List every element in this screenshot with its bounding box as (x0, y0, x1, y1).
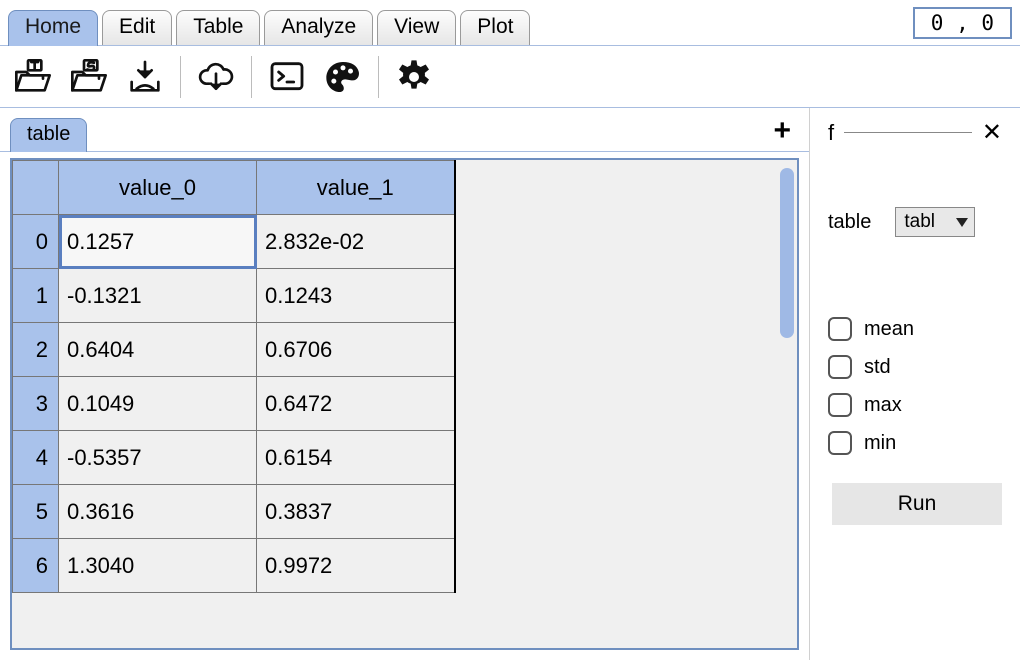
table-cell[interactable]: 0.6706 (257, 323, 455, 377)
grid-viewport[interactable]: value_0 value_1 00.12572.832e-021-0.1321… (10, 158, 799, 650)
side-panel: f ✕ table tabl mean std max (810, 108, 1020, 660)
menu-tab-label: Home (25, 15, 81, 38)
menu-tab-edit[interactable]: Edit (102, 10, 172, 45)
menu-tab-label: View (394, 15, 439, 38)
table-row: 20.64040.6706 (13, 323, 455, 377)
table-cell[interactable]: 0.1243 (257, 269, 455, 323)
table-row: 4-0.53570.6154 (13, 431, 455, 485)
run-button-label: Run (898, 492, 937, 515)
close-icon[interactable]: ✕ (982, 118, 1002, 147)
console-icon[interactable] (264, 54, 310, 100)
main-area: table + value_0 value_1 00.12572.832e-02… (0, 108, 1020, 660)
table-cell[interactable]: 0.1257 (59, 215, 257, 269)
row-header[interactable]: 0 (13, 215, 59, 269)
checkbox-icon (828, 317, 852, 341)
table-cell[interactable]: 0.6404 (59, 323, 257, 377)
table-corner[interactable] (13, 161, 59, 215)
row-header[interactable]: 5 (13, 485, 59, 539)
table-cell[interactable]: 0.1049 (59, 377, 257, 431)
table-cell[interactable]: 1.3040 (59, 539, 257, 593)
menu-tab-home[interactable]: Home (8, 10, 98, 46)
run-button[interactable]: Run (832, 483, 1002, 525)
table-cell[interactable]: 2.832e-02 (257, 215, 455, 269)
vertical-scrollbar-thumb[interactable] (780, 168, 794, 338)
add-table-tab-button[interactable]: + (773, 114, 791, 152)
cell-coordinate-display: 0 , 0 (913, 7, 1012, 39)
table-select-row: table tabl (828, 207, 1002, 237)
checkbox-icon (828, 393, 852, 417)
table-tab[interactable]: table (10, 118, 87, 152)
menu-tab-label: Plot (477, 15, 513, 38)
palette-icon[interactable] (320, 54, 366, 100)
cloud-download-icon[interactable] (193, 54, 239, 100)
menu-tab-table[interactable]: Table (176, 10, 260, 45)
menu-tab-label: Table (193, 15, 243, 38)
checkbox-mean[interactable]: mean (828, 317, 1002, 341)
table-select-value: tabl (904, 211, 935, 233)
table-cell[interactable]: 0.6154 (257, 431, 455, 485)
table-tab-label: table (27, 123, 70, 145)
table-row: 00.12572.832e-02 (13, 215, 455, 269)
row-header[interactable]: 6 (13, 539, 59, 593)
checkbox-min[interactable]: min (828, 431, 1002, 455)
table-cell[interactable]: 0.3616 (59, 485, 257, 539)
row-header[interactable]: 1 (13, 269, 59, 323)
row-header[interactable]: 4 (13, 431, 59, 485)
open-t-icon[interactable] (10, 54, 56, 100)
table-row: 50.36160.3837 (13, 485, 455, 539)
table-row: 61.30400.9972 (13, 539, 455, 593)
checkbox-label: std (864, 356, 891, 379)
chevron-down-icon (956, 218, 968, 227)
checkbox-icon (828, 355, 852, 379)
table-cell[interactable]: 0.6472 (257, 377, 455, 431)
checkbox-std[interactable]: std (828, 355, 1002, 379)
toolbar (0, 46, 1020, 108)
stat-checkboxes: mean std max min (828, 317, 1002, 455)
table-cell[interactable]: 0.9972 (257, 539, 455, 593)
table-cell[interactable]: -0.5357 (59, 431, 257, 485)
table-select-combo[interactable]: tabl (895, 207, 975, 237)
menu-tab-plot[interactable]: Plot (460, 10, 530, 45)
menu-tab-analyze[interactable]: Analyze (264, 10, 373, 45)
checkbox-max[interactable]: max (828, 393, 1002, 417)
toolbar-separator (180, 56, 181, 98)
side-panel-underline (844, 132, 972, 133)
checkbox-label: min (864, 432, 896, 455)
gear-icon[interactable] (391, 54, 437, 100)
table-cell[interactable]: -0.1321 (59, 269, 257, 323)
checkbox-label: mean (864, 318, 914, 341)
table-select-label: table (828, 211, 871, 234)
data-table: value_0 value_1 00.12572.832e-021-0.1321… (12, 160, 456, 593)
table-row: 30.10490.6472 (13, 377, 455, 431)
row-header[interactable]: 2 (13, 323, 59, 377)
table-tab-bar: table + (0, 108, 809, 152)
table-cell[interactable]: 0.3837 (257, 485, 455, 539)
import-icon[interactable] (122, 54, 168, 100)
checkbox-label: max (864, 394, 902, 417)
menu-bar: Home Edit Table Analyze View Plot 0 , 0 (0, 0, 1020, 46)
menu-tab-view[interactable]: View (377, 10, 456, 45)
menu-tab-label: Analyze (281, 15, 356, 38)
column-header[interactable]: value_0 (59, 161, 257, 215)
panel-f-label: f (828, 120, 834, 146)
table-row: 1-0.13210.1243 (13, 269, 455, 323)
row-header[interactable]: 3 (13, 377, 59, 431)
side-panel-header: f ✕ (828, 118, 1002, 147)
grid-wrap: value_0 value_1 00.12572.832e-021-0.1321… (0, 152, 809, 660)
open-s-icon[interactable] (66, 54, 112, 100)
toolbar-separator (378, 56, 379, 98)
column-header[interactable]: value_1 (257, 161, 455, 215)
table-pane: table + value_0 value_1 00.12572.832e-02… (0, 108, 810, 660)
toolbar-separator (251, 56, 252, 98)
checkbox-icon (828, 431, 852, 455)
menu-tab-label: Edit (119, 15, 155, 38)
